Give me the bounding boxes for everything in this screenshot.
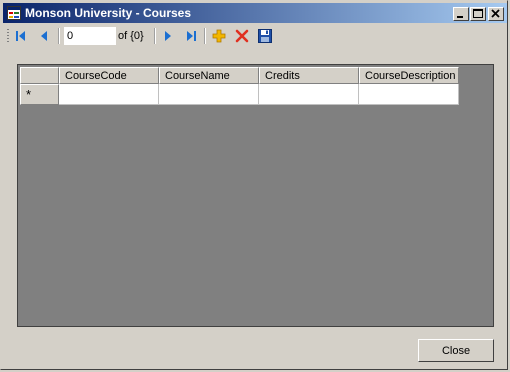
column-header-coursedescription[interactable]: CourseDescription	[359, 67, 459, 84]
form-icon	[7, 6, 21, 20]
delete-button[interactable]	[233, 27, 251, 45]
cell-coursedescription[interactable]	[359, 84, 459, 105]
maximize-icon	[473, 9, 483, 18]
count-label: of {0}	[118, 30, 144, 42]
add-new-icon	[212, 29, 226, 43]
column-header-coursecode[interactable]: CourseCode	[59, 67, 159, 84]
add-new-button[interactable]	[210, 27, 228, 45]
toolbar-grip[interactable]	[7, 29, 9, 44]
row-header-corner[interactable]	[20, 67, 59, 84]
move-previous-button[interactable]	[35, 27, 53, 45]
move-last-icon	[187, 31, 196, 41]
delete-icon	[235, 29, 249, 43]
move-next-button[interactable]	[159, 27, 177, 45]
move-last-button[interactable]	[182, 27, 200, 45]
title-bar[interactable]: Monson University - Courses	[3, 3, 507, 23]
toolbar-separator	[58, 28, 60, 44]
save-icon	[258, 29, 272, 43]
new-row-marker: *	[26, 87, 32, 102]
move-previous-icon	[41, 31, 47, 41]
column-header-credits[interactable]: Credits	[259, 67, 359, 84]
new-row-header[interactable]: *	[20, 84, 59, 105]
close-window-button[interactable]	[488, 7, 504, 21]
toolbar-separator	[154, 28, 156, 44]
app-window: Monson University - Courses 0 of {0} Cou…	[0, 0, 508, 370]
maximize-button[interactable]	[470, 7, 486, 21]
cell-coursename[interactable]	[159, 84, 259, 105]
move-first-button[interactable]	[12, 27, 30, 45]
courses-grid[interactable]: CourseCode CourseName Credits CourseDesc…	[17, 64, 494, 327]
close-button[interactable]: Close	[418, 339, 494, 362]
column-header-coursename[interactable]: CourseName	[159, 67, 259, 84]
move-first-icon	[16, 31, 25, 41]
save-button[interactable]	[256, 27, 274, 45]
cell-coursecode[interactable]	[59, 84, 159, 105]
minimize-icon	[457, 16, 463, 18]
binding-navigator: of {0}	[4, 25, 506, 47]
position-input[interactable]	[64, 27, 116, 45]
window-title: Monson University - Courses	[25, 6, 192, 20]
close-icon	[491, 9, 500, 18]
toolbar-separator	[204, 28, 206, 44]
move-next-icon	[165, 31, 171, 41]
cell-credits[interactable]	[259, 84, 359, 105]
minimize-button[interactable]	[453, 7, 469, 21]
